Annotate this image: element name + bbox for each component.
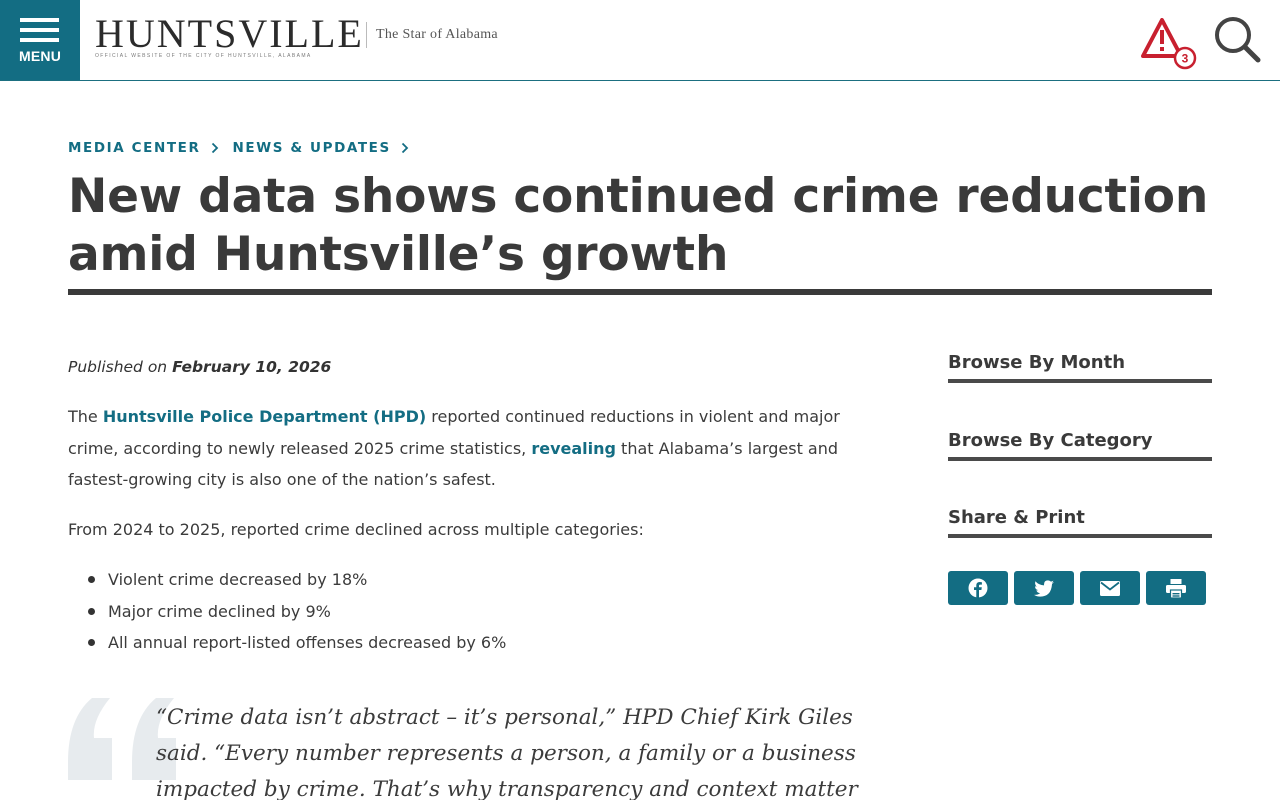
search-button[interactable]: [1212, 14, 1262, 64]
list-item: All annual report-listed offenses decrea…: [87, 627, 506, 659]
published-date: Published on February 10, 2026: [68, 358, 331, 376]
hamburger-icon: [20, 18, 59, 48]
article-paragraph-1: The Huntsville Police Department (HPD) r…: [68, 401, 888, 496]
title-divider: [68, 289, 1212, 295]
page-title: New data shows continued crime reduction…: [68, 168, 1228, 284]
logo-divider: [366, 22, 367, 48]
breadcrumb-media-center[interactable]: MEDIA CENTER: [68, 140, 201, 156]
hpd-link[interactable]: Huntsville Police Department (HPD): [103, 407, 426, 426]
breadcrumb-news-updates[interactable]: NEWS & UPDATES: [233, 140, 391, 156]
twitter-share-button[interactable]: [1014, 571, 1074, 605]
email-share-button[interactable]: [1080, 571, 1140, 605]
site-tagline: The Star of Alabama: [376, 27, 498, 42]
article-paragraph-2: From 2024 to 2025, reported crime declin…: [68, 520, 644, 539]
facebook-icon: [968, 578, 988, 598]
email-icon: [1100, 580, 1120, 596]
browse-by-category[interactable]: Browse By Category: [948, 430, 1212, 461]
print-button[interactable]: [1146, 571, 1206, 605]
p1-text-1: The: [68, 407, 103, 426]
menu-label: MENU: [18, 48, 62, 64]
print-icon: [1166, 578, 1186, 598]
pull-quote: “Crime data isn’t abstract – it’s person…: [156, 705, 858, 800]
breadcrumb: MEDIA CENTER NEWS & UPDATES: [68, 140, 423, 156]
menu-button[interactable]: MENU: [0, 0, 80, 80]
share-print-heading: Share & Print: [948, 507, 1212, 538]
browse-by-month[interactable]: Browse By Month: [948, 352, 1212, 383]
chevron-right-icon: [401, 142, 409, 154]
revealing-link[interactable]: revealing: [531, 439, 616, 458]
published-date-value: February 10, 2026: [172, 358, 332, 376]
stats-list: Violent crime decreased by 18% Major cri…: [87, 564, 506, 659]
facebook-share-button[interactable]: [948, 571, 1008, 605]
site-header: MENU HUNTSVILLE OFFICIAL WEBSITE OF THE …: [0, 0, 1280, 81]
published-prefix: Published on: [68, 358, 173, 376]
list-item: Major crime declined by 9%: [87, 596, 506, 628]
search-icon: [1215, 17, 1261, 63]
list-item: Violent crime decreased by 18%: [87, 564, 506, 596]
twitter-icon: [1034, 579, 1054, 597]
chevron-right-icon: [211, 142, 218, 154]
alerts-button[interactable]: 3: [1140, 18, 1198, 70]
warning-triangle-icon: 3: [1141, 18, 1197, 70]
alert-count-badge: 3: [1182, 52, 1189, 66]
site-logo[interactable]: HUNTSVILLE OFFICIAL WEBSITE OF THE CITY …: [95, 11, 364, 60]
share-buttons: [948, 571, 1206, 605]
title-line-2: amid Huntsville’s growth: [68, 227, 729, 282]
title-line-1: New data shows continued crime reduction: [68, 169, 1209, 224]
logo-wordmark: HUNTSVILLE: [95, 11, 364, 56]
